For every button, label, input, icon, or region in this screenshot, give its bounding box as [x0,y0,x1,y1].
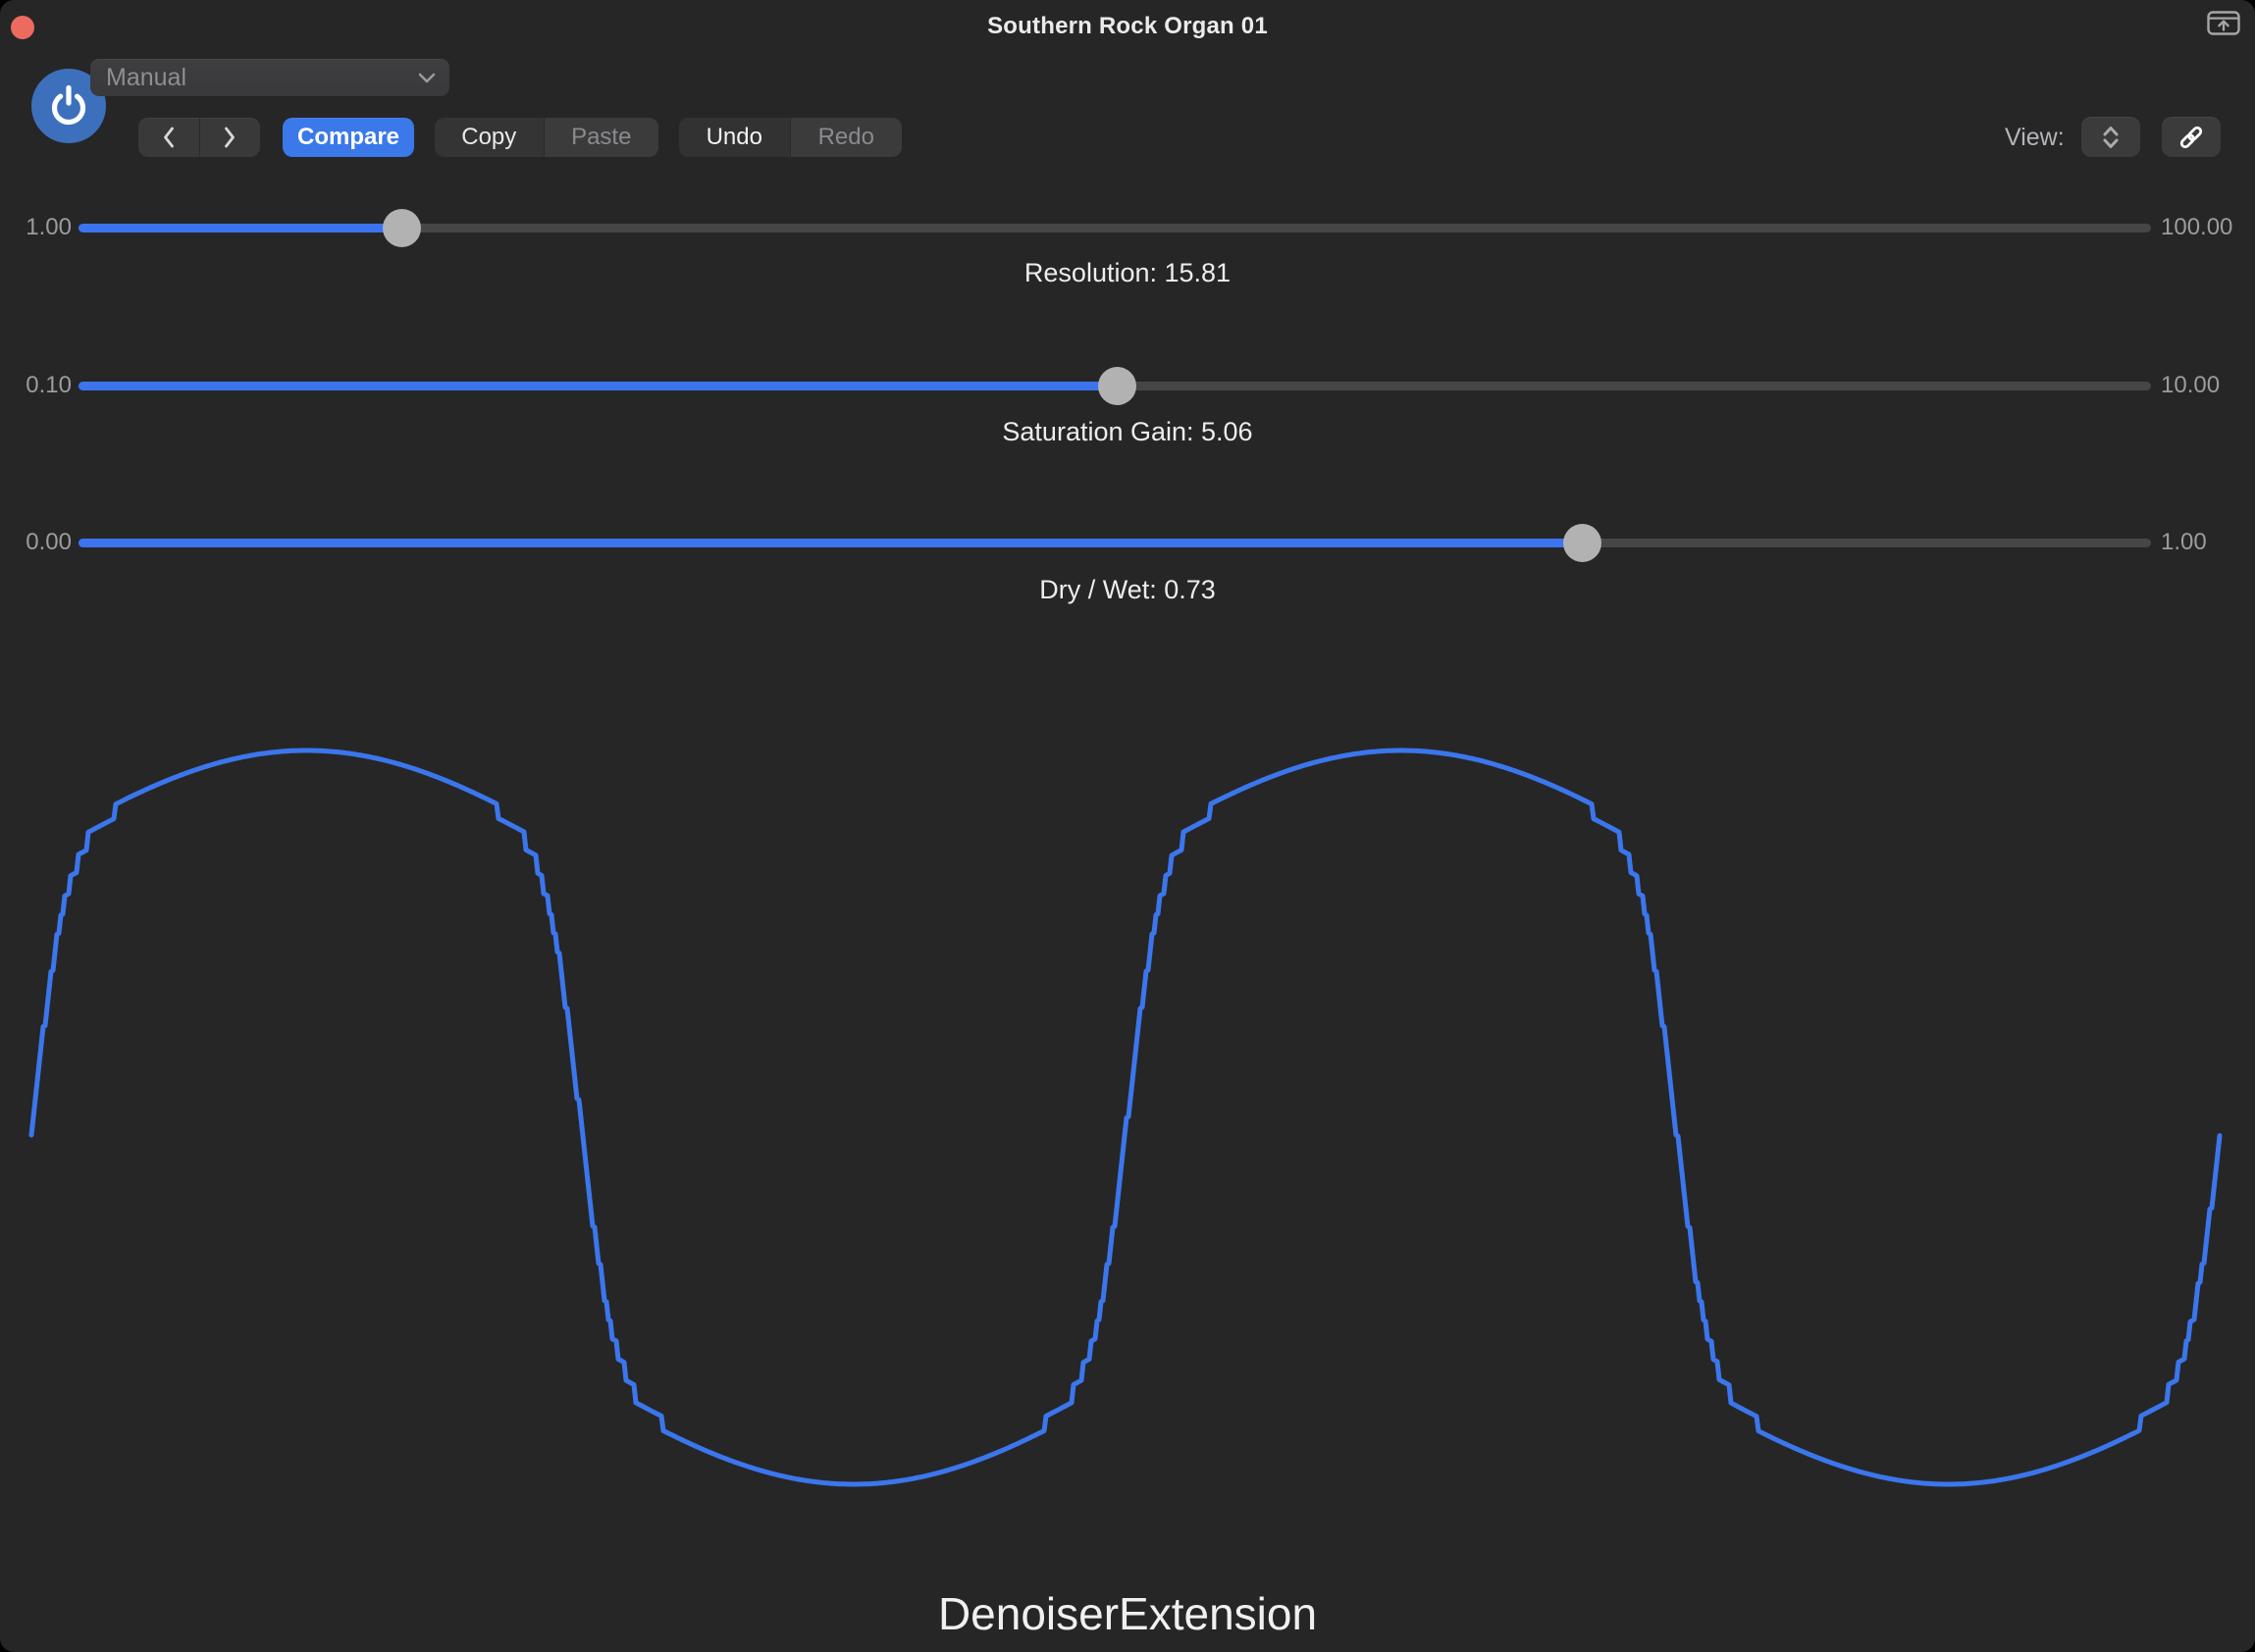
resolution-min-label: 1.00 [20,208,72,247]
undo-redo-group: Undo Redo [679,118,902,157]
preset-dropdown[interactable]: Manual [90,59,449,96]
dry-wet-max-label: 1.00 [2161,523,2207,562]
resolution-max-label: 100.00 [2161,208,2232,247]
resolution-slider-thumb[interactable] [383,209,421,247]
chevron-left-icon [160,125,178,150]
waveform-line [31,750,2220,1484]
resolution-value-label: Resolution: 15.81 [0,258,2255,288]
resolution-slider-row: 1.00 100.00 [0,208,2255,247]
preset-nav-group [138,118,260,157]
copy-paste-group: Copy Paste [435,118,658,157]
saturation-gain-value-label: Saturation Gain: 5.06 [0,417,2255,447]
dry-wet-slider-fill [79,539,1583,547]
dry-wet-min-label: 0.00 [20,523,72,562]
view-label: View: [2005,118,2065,157]
power-icon [47,84,90,128]
saturation-gain-min-label: 0.10 [20,366,72,405]
resolution-slider-fill [79,224,402,232]
dry-wet-slider-thumb[interactable] [1563,524,1601,562]
plugin-window: Southern Rock Organ 01 Manual Compare Co… [0,0,2255,1652]
chevron-right-icon [221,125,238,150]
previous-preset-button[interactable] [138,118,199,157]
popout-window-icon[interactable] [2207,11,2240,35]
saturation-gain-slider-row: 0.10 10.00 [0,366,2255,405]
dry-wet-slider-track[interactable] [79,539,2151,547]
copy-button[interactable]: Copy [435,118,544,157]
saturation-gain-max-label: 10.00 [2161,366,2220,405]
dry-wet-value-label: Dry / Wet: 0.73 [0,575,2255,605]
chevron-down-icon [418,73,436,83]
next-preset-button[interactable] [199,118,261,157]
view-stepper[interactable] [2081,117,2140,157]
plugin-name-label: DenoiserExtension [0,1587,2255,1640]
compare-button[interactable]: Compare [283,118,414,157]
link-button[interactable] [2162,117,2221,157]
up-down-chevrons-icon [2100,124,2122,151]
window-title: Southern Rock Organ 01 [0,13,2255,40]
undo-button[interactable]: Undo [679,118,790,157]
link-icon [2177,124,2205,151]
preset-dropdown-value: Manual [106,64,418,92]
waveform-display [0,0,2255,1652]
dry-wet-slider-row: 0.00 1.00 [0,523,2255,562]
saturation-gain-slider-thumb[interactable] [1098,367,1136,405]
saturation-gain-slider-fill [79,382,1117,390]
redo-button[interactable]: Redo [790,118,903,157]
paste-button[interactable]: Paste [544,118,658,157]
